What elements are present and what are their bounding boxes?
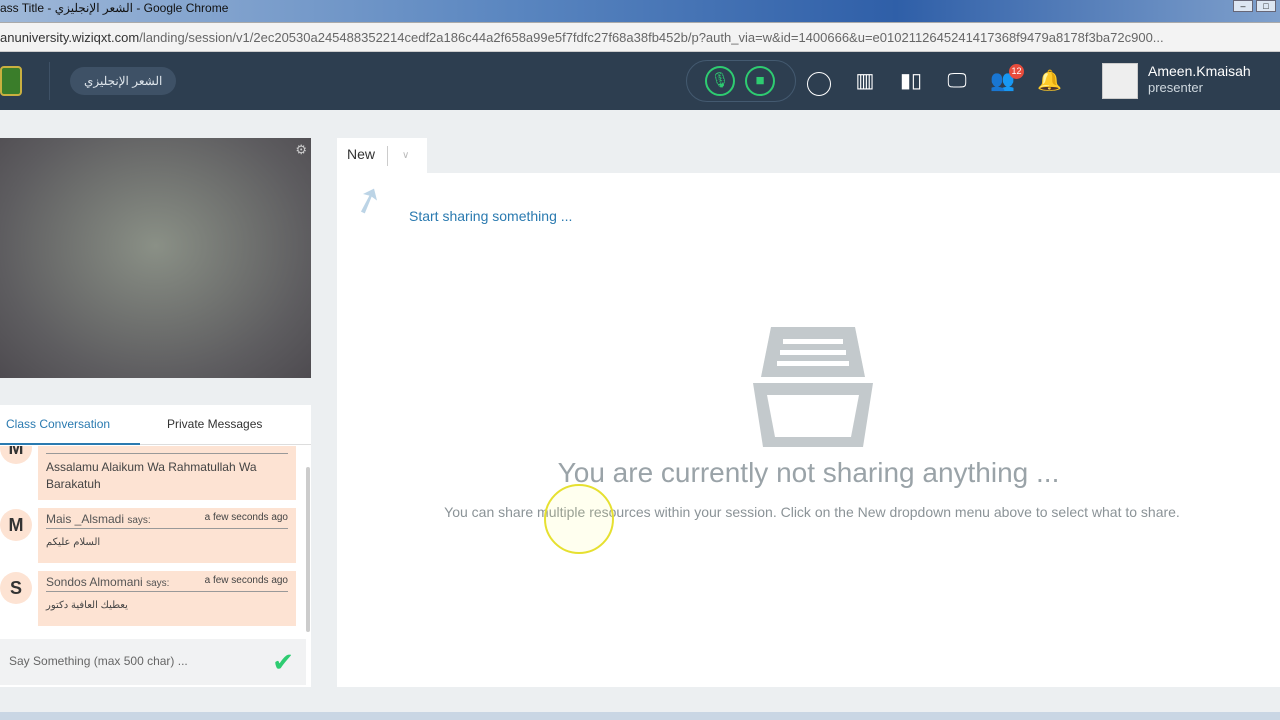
send-check-icon[interactable]: ✔ <box>272 647 294 678</box>
chat-panel: Class Conversation Private Messages M As… <box>0 405 311 687</box>
url-path: /landing/session/v1/2ec20530a24548835221… <box>139 30 1164 45</box>
empty-state-title: You are currently not sharing anything .… <box>557 457 1060 488</box>
list-item: Sondos Almomani says: a few seconds ago ي… <box>38 571 296 626</box>
chat-input[interactable]: Say Something (max 500 char) ... ✔ <box>0 639 306 685</box>
bell-icon[interactable]: 🔔 <box>1037 70 1062 92</box>
browser-title-bar: ass Title - الشعر الإنجليزي - Google Chr… <box>0 0 1280 22</box>
content-library-icon[interactable]: ▮▯ <box>899 70 923 92</box>
message-author: Sondos Almomani <box>46 575 143 589</box>
university-logo <box>0 66 22 96</box>
camera-icon[interactable]: ■ <box>745 66 775 96</box>
taskbar-edge <box>0 712 1280 720</box>
microphone-icon[interactable]: 🎙 <box>705 66 735 96</box>
minimize-icon[interactable]: – <box>1233 0 1253 12</box>
tab-private-messages[interactable]: Private Messages <box>167 417 262 431</box>
cursor-highlight <box>544 484 614 554</box>
avatar: S <box>0 572 32 604</box>
message-time: a few seconds ago <box>204 512 288 523</box>
gear-icon[interactable]: ⚙ <box>295 142 307 158</box>
av-controls: 🎙 ■ <box>686 60 796 102</box>
url-host: anuniversity.wiziqxt.com <box>0 30 140 45</box>
video-feed: ⚙ <box>0 138 311 378</box>
list-item: Mais _Alsmadi says: a few seconds ago الس… <box>38 508 296 563</box>
message-list: M Assalamu Alaikum Wa Rahmatullah Wa Bar… <box>0 446 311 638</box>
active-tab-indicator <box>0 443 140 445</box>
window-title: ass Title - الشعر الإنجليزي - Google Chr… <box>0 1 229 15</box>
empty-tray-icon <box>753 327 873 447</box>
message-author: Mais _Alsmadi <box>46 512 125 526</box>
app-header: الشعر الإنجليزي 🎙 ■ ▥ ▮▯ 🖵 👥 12 🔔 Ameen.… <box>0 52 1280 110</box>
chevron-down-icon[interactable]: ∨ <box>387 146 409 166</box>
empty-state-description: You can share multiple resources within … <box>444 504 1180 520</box>
restore-icon[interactable]: □ <box>1256 0 1276 12</box>
message-text: يعطيك العافية دكتور <box>46 600 128 611</box>
tab-class-conversation[interactable]: Class Conversation <box>6 417 110 431</box>
start-sharing-hint: Start sharing something ... <box>409 208 573 224</box>
scrollbar[interactable] <box>306 467 310 632</box>
class-title: الشعر الإنجليزي <box>70 67 177 95</box>
timer-icon[interactable] <box>807 72 831 96</box>
tab-new-label: New <box>347 146 376 162</box>
message-time: a few seconds ago <box>204 575 288 586</box>
screen-share-icon[interactable]: 🖵 <box>945 70 969 92</box>
participants-badge: 12 <box>1009 64 1024 79</box>
chat-input-placeholder: Say Something (max 500 char) ... <box>9 654 188 668</box>
avatar: M <box>0 446 32 464</box>
says-label: says: <box>146 578 170 589</box>
content-area: ➚ Start sharing something ... You are cu… <box>337 173 1280 687</box>
poll-chart-icon[interactable]: ▥ <box>853 70 877 92</box>
avatar[interactable] <box>1102 63 1138 99</box>
message-text: السلام عليكم <box>46 537 101 548</box>
arrow-up-icon: ➚ <box>346 175 390 224</box>
divider <box>49 62 50 100</box>
message-text: Assalamu Alaikum Wa Rahmatullah Wa Barak… <box>46 460 257 491</box>
avatar: M <box>0 509 32 541</box>
address-bar[interactable]: anuniversity.wiziqxt.com/landing/session… <box>0 22 1280 52</box>
tab-new[interactable]: New ∨ <box>337 138 427 173</box>
list-item: Assalamu Alaikum Wa Rahmatullah Wa Barak… <box>38 446 296 500</box>
user-name: Ameen.Kmaisah <box>1148 63 1251 79</box>
says-label: says: <box>127 515 151 526</box>
user-role: presenter <box>1148 80 1203 95</box>
